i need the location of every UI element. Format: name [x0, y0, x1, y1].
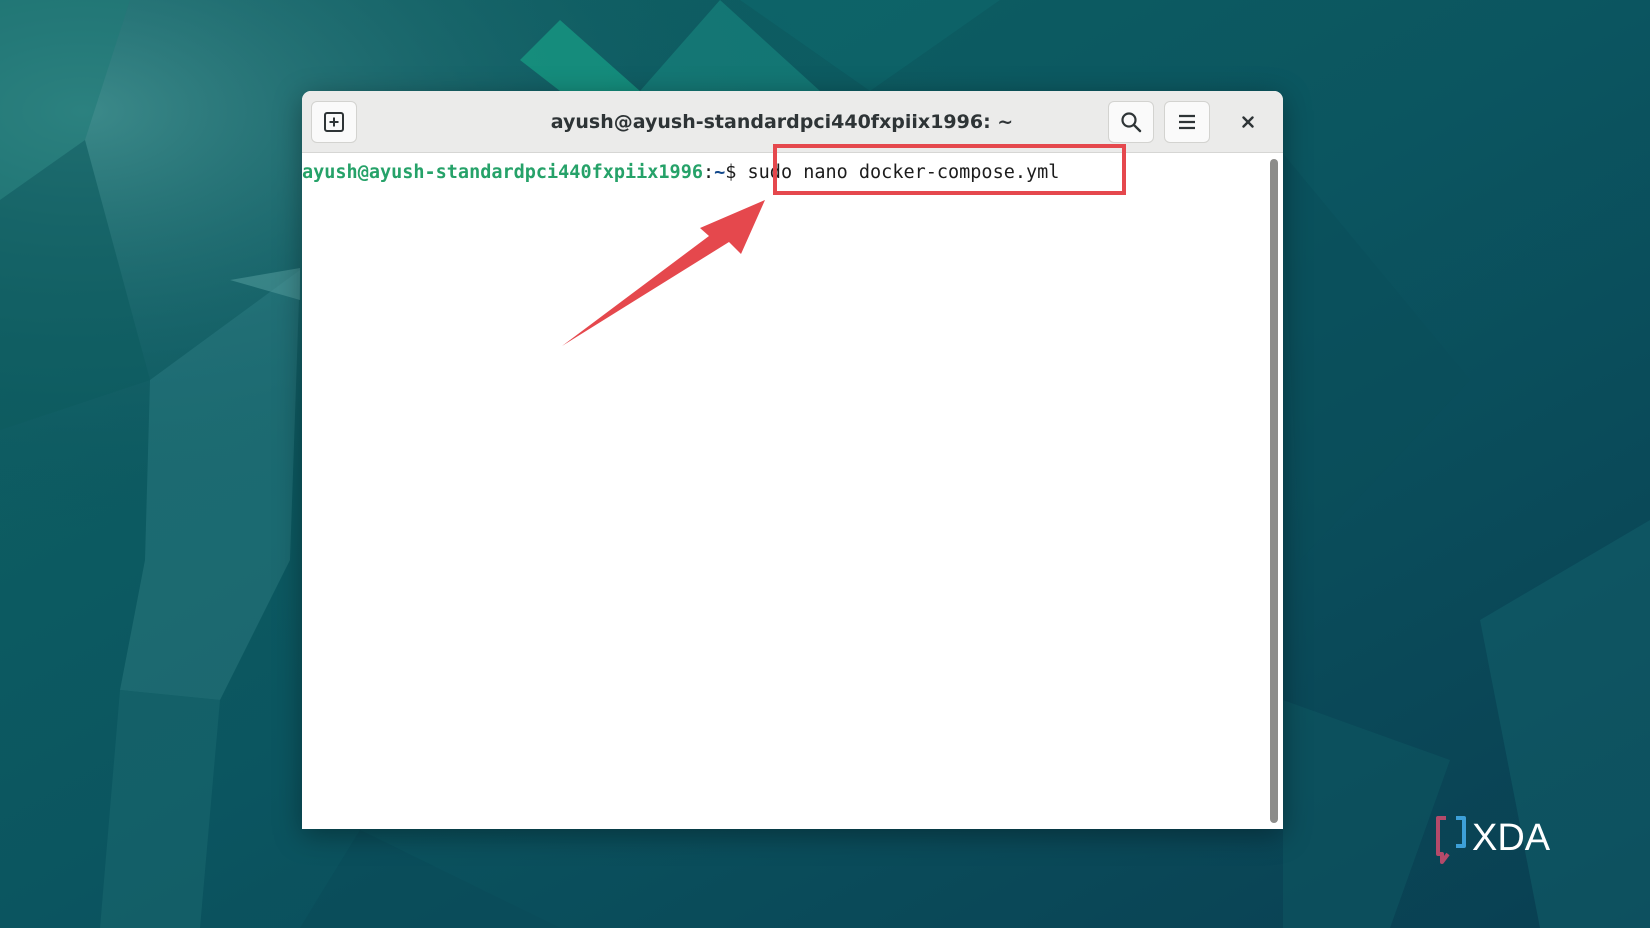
menu-button[interactable] [1164, 101, 1210, 143]
prompt-separator: : [702, 162, 715, 183]
xda-logo-text: XDA [1472, 817, 1551, 859]
new-tab-button[interactable] [311, 101, 357, 143]
terminal-output[interactable]: ayush@ayush-standardpci440fxpiix1996:~$ … [302, 153, 1265, 829]
scrollbar[interactable] [1265, 153, 1283, 829]
prompt-path: ~ [714, 162, 726, 183]
close-icon [1242, 116, 1254, 128]
terminal-window[interactable]: ayush@ayush-standardpci440fxpiix1996: ~ … [302, 91, 1283, 829]
xda-bracket-icon: XDA [1436, 816, 1551, 864]
search-button[interactable] [1108, 101, 1154, 143]
hamburger-menu-icon [1179, 114, 1195, 130]
prompt-symbol: $ [725, 162, 748, 183]
new-tab-icon [324, 112, 344, 132]
scrollbar-thumb[interactable] [1270, 159, 1278, 823]
close-button[interactable] [1230, 104, 1266, 140]
search-icon [1121, 112, 1142, 133]
command-highlight-box [773, 144, 1126, 195]
prompt-user-host: ayush@ayush-standardpci440fxpiix1996 [302, 162, 703, 183]
xda-logo: XDA [1432, 810, 1592, 866]
